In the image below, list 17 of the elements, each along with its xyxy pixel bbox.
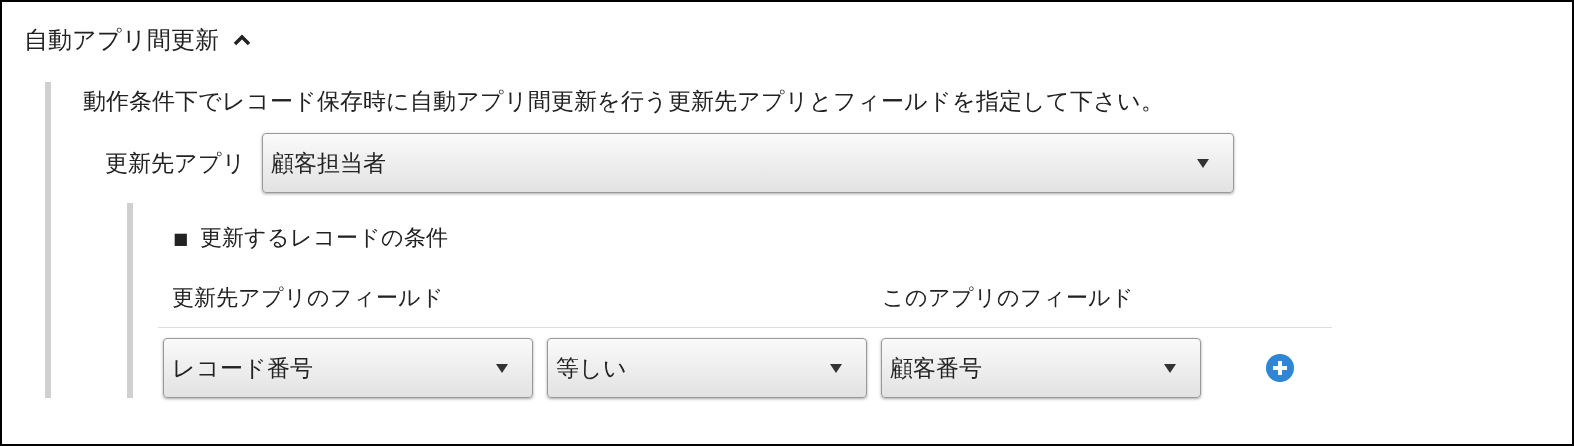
column-header: 更新先アプリのフィールド — [172, 284, 445, 312]
dropdown-caret-icon — [830, 363, 842, 373]
description-text: 動作条件下でレコード保存時に自動アプリ間更新を行う更新先アプリとフィールドを指定して下さい。 — [83, 87, 1165, 116]
dropdown-caret-icon — [1197, 158, 1209, 168]
bullet-mark: ■ — [173, 228, 189, 248]
subsection-title: 更新するレコードの条件 — [200, 224, 449, 252]
field-dropdown[interactable]: 等しい — [547, 338, 867, 398]
chevron-up-icon[interactable] — [233, 34, 251, 46]
field-dropdown[interactable]: レコード番号 — [163, 338, 533, 398]
dropdown-caret-icon — [496, 363, 508, 373]
field-dropdown[interactable]: 顧客番号 — [881, 338, 1201, 398]
add-icon[interactable] — [1265, 353, 1295, 383]
section-title[interactable]: 自動アプリ間更新 — [24, 24, 219, 56]
app-dropdown[interactable]: 顧客担当者 — [262, 133, 1234, 193]
field-label: 更新先アプリ — [105, 148, 246, 178]
dropdown-caret-icon — [1164, 363, 1176, 373]
column-header: このアプリのフィールド — [882, 284, 1134, 312]
